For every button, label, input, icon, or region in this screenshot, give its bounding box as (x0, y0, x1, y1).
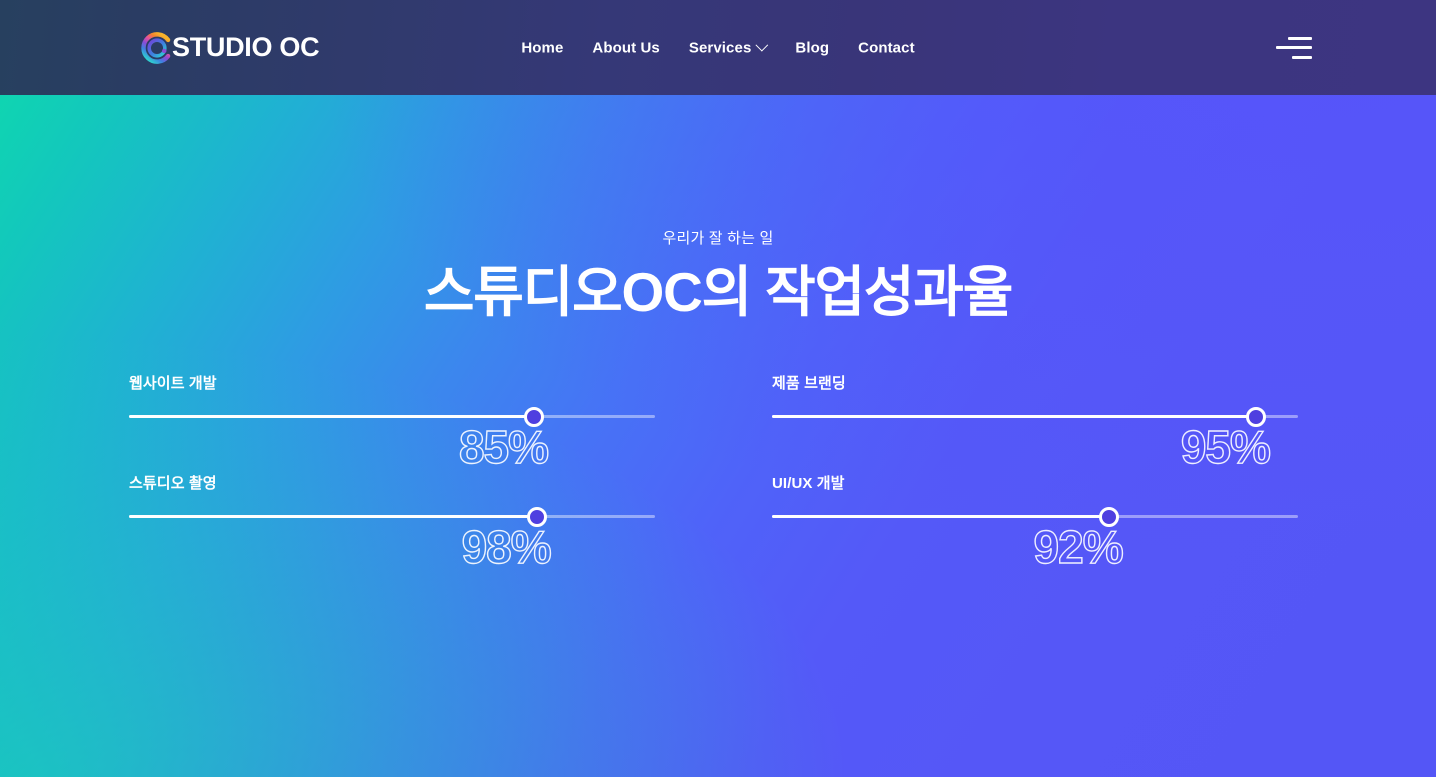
skill-label: 제품 브랜딩 (772, 375, 846, 392)
logo-text: STUDIO OC (172, 32, 320, 62)
section-heading: 우리가 잘 하는 일 스튜디오OC의 작업성과율 (0, 228, 1436, 327)
skill-item: 스튜디오 촬영 98% (129, 470, 655, 573)
nav-item-contact[interactable]: Contact (858, 39, 915, 56)
skill-label: UI/UX 개발 (772, 475, 845, 492)
skill-percent: 95% (1180, 421, 1271, 473)
nav-label: Home (521, 39, 564, 56)
slider-fill (772, 515, 1109, 518)
nav-label: Blog (795, 39, 830, 56)
skill-slider[interactable] (129, 507, 655, 527)
chevron-down-icon (755, 38, 769, 52)
skill-item: UI/UX 개발 92% (772, 470, 1298, 573)
section-eyebrow: 우리가 잘 하는 일 (662, 230, 774, 247)
slider-fill (129, 415, 535, 418)
skill-slider[interactable] (129, 407, 655, 427)
skill-label: 스튜디오 촬영 (129, 475, 217, 492)
nav-label: Services (688, 39, 752, 56)
skill-item: 제품 브랜딩 95% (772, 370, 1298, 473)
slider-fill (129, 515, 537, 518)
skill-slider[interactable] (772, 507, 1298, 527)
hamburger-line-middle (1276, 46, 1312, 49)
skill-percent: 85% (458, 421, 549, 473)
hamburger-line-top (1288, 36, 1312, 40)
skill-percent: 92% (1033, 521, 1124, 573)
nav-label: Contact (858, 39, 915, 56)
page-title: 스튜디오OC의 작업성과율 (423, 261, 1013, 323)
hamburger-menu-icon[interactable] (1276, 36, 1312, 59)
nav-item-home[interactable]: Home (521, 39, 563, 56)
slider-fill (772, 415, 1256, 418)
skill-slider[interactable] (772, 407, 1298, 427)
logo[interactable]: STUDIO OC (140, 31, 320, 65)
nav-item-blog[interactable]: Blog (795, 39, 829, 56)
nav-item-services[interactable]: Services (688, 38, 769, 56)
main-navigation: Home About Us Services Blog Contact (521, 38, 915, 56)
nav-item-about-us[interactable]: About Us (592, 39, 659, 56)
skills-grid: 웹사이트 개발 85% 제품 브랜딩 95% 스튜디오 촬영 98% UI/UX… (129, 370, 1299, 573)
studio-oc-circle-logo-icon (140, 31, 174, 65)
nav-label: About Us (592, 39, 660, 56)
skill-label: 웹사이트 개발 (129, 375, 217, 392)
skill-item: 웹사이트 개발 85% (129, 370, 655, 473)
skill-percent: 98% (461, 521, 552, 573)
hamburger-line-bottom (1292, 55, 1312, 59)
site-header: STUDIO OC Home About Us Services Blog Co… (0, 0, 1436, 95)
